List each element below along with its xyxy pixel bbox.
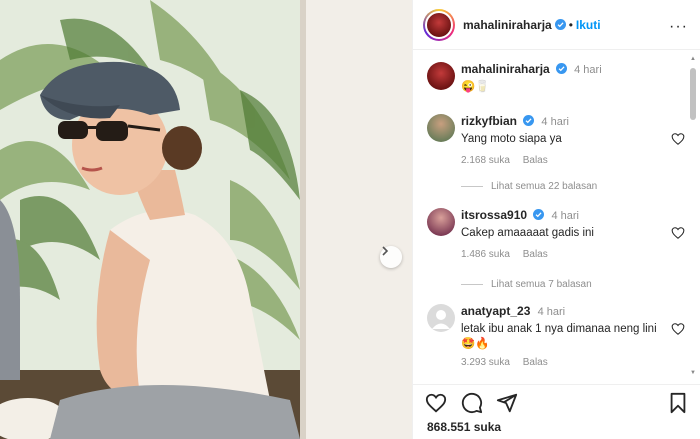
commenter-avatar[interactable] xyxy=(427,114,455,142)
view-replies-button[interactable]: Lihat semua 7 balasan xyxy=(461,279,592,290)
carousel-next-button[interactable] xyxy=(380,246,402,268)
caption-item: mahaliniraharja 4 hari 😜🥛 xyxy=(427,62,685,95)
more-options-button[interactable]: ··· xyxy=(669,18,688,36)
comment-username[interactable]: rizkyfbian xyxy=(461,114,517,128)
comment-like-count[interactable]: 3.293 suka xyxy=(461,357,510,368)
reply-button[interactable]: Balas xyxy=(523,357,548,368)
heart-icon[interactable] xyxy=(671,226,685,240)
view-replies-label: Lihat semua 7 balasan xyxy=(491,279,592,290)
comments-list[interactable]: mahaliniraharja 4 hari 😜🥛 rizkyfbian 4 h… xyxy=(413,52,700,378)
heart-icon[interactable] xyxy=(425,392,447,414)
comment-text: Yang moto siapa ya xyxy=(461,133,562,145)
photo-illustration xyxy=(0,0,412,439)
header-separator: • xyxy=(568,17,573,32)
follow-button[interactable]: Ikuti xyxy=(576,18,601,32)
caption-time: 4 hari xyxy=(574,64,602,76)
view-replies-button[interactable]: Lihat semua 22 balasan xyxy=(461,181,597,192)
bookmark-icon[interactable] xyxy=(667,392,689,414)
author-username[interactable]: mahaliniraharja xyxy=(463,18,552,32)
comments-scrollbar[interactable]: ▲ ▼ xyxy=(690,56,696,376)
comment-text: Cakep amaaaaat gadis ini xyxy=(461,227,594,239)
comment-item: rizkyfbian 4 hari Yang moto siapa ya 2.1… xyxy=(427,114,685,166)
heart-icon[interactable] xyxy=(671,132,685,146)
scroll-up-icon[interactable]: ▲ xyxy=(690,56,696,62)
commenter-avatar[interactable] xyxy=(427,304,455,332)
verified-badge-icon xyxy=(555,63,567,74)
view-replies-label: Lihat semua 22 balasan xyxy=(491,181,598,192)
comment-time: 4 hari xyxy=(537,306,566,318)
comment-like-count[interactable]: 1.486 suka xyxy=(461,249,510,260)
commenter-avatar[interactable] xyxy=(427,208,455,236)
comment-like-count[interactable]: 2.168 suka xyxy=(461,155,510,166)
author-avatar[interactable] xyxy=(423,8,455,41)
share-icon[interactable] xyxy=(496,392,518,414)
scroll-down-icon[interactable]: ▼ xyxy=(690,370,696,376)
caption-avatar[interactable] xyxy=(427,62,455,90)
post-actions-bar xyxy=(413,384,700,414)
post-photo[interactable] xyxy=(0,0,412,439)
comment-item: anatyapt_23 4 hari letak ibu anak 1 nya … xyxy=(427,304,685,368)
scrollbar-thumb[interactable] xyxy=(690,68,696,120)
verified-badge-icon xyxy=(523,115,535,126)
verified-badge-icon xyxy=(533,209,545,220)
verified-badge-icon xyxy=(554,19,566,30)
reply-button[interactable]: Balas xyxy=(523,155,548,166)
comment-username[interactable]: itsrossa910 xyxy=(461,208,527,222)
default-avatar-icon xyxy=(432,310,450,329)
post-header: mahaliniraharja • Ikuti ··· xyxy=(413,0,700,50)
comment-text: letak ibu anak 1 nya dimanaa neng lini🤩🔥 xyxy=(461,323,657,350)
comment-item: itsrossa910 4 hari Cakep amaaaaat gadis … xyxy=(427,208,685,260)
comment-icon[interactable] xyxy=(461,392,483,414)
caption-username[interactable]: mahaliniraharja xyxy=(461,62,550,76)
caption-text: 😜🥛 xyxy=(461,81,490,93)
likes-count[interactable]: 868.551 suka xyxy=(427,420,501,434)
chevron-right-icon xyxy=(382,246,389,256)
reply-button[interactable]: Balas xyxy=(523,249,548,260)
heart-icon[interactable] xyxy=(671,322,685,336)
comment-time: 4 hari xyxy=(551,210,579,222)
comment-username[interactable]: anatyapt_23 xyxy=(461,304,530,318)
post-side-panel: mahaliniraharja • Ikuti ··· mahaliniraha… xyxy=(412,0,700,439)
comment-time: 4 hari xyxy=(541,116,569,128)
